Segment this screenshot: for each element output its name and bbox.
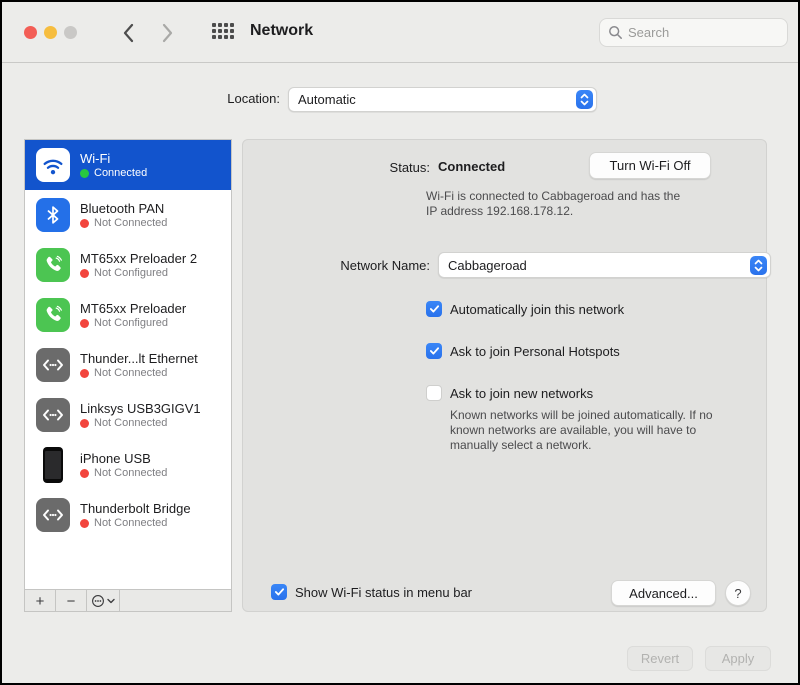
service-row-thunderbolt-bridge[interactable]: Thunderbolt Bridge Not Connected [25,490,231,540]
network-name-label: Network Name: [243,258,430,273]
network-preferences-window: Network Search Location: Automatic Wi-Fi… [0,0,800,685]
service-name: iPhone USB [80,451,167,466]
status-dot-red [80,319,89,328]
network-name-value: Cabbageroad [439,258,750,273]
new-networks-checkbox-label: Ask to join new networks [450,386,593,401]
checkbox-unchecked-icon[interactable] [426,385,442,401]
service-status: Not Connected [94,217,167,229]
phone-icon [36,298,70,332]
network-services-list: Wi-Fi Connected Bluetooth PAN Not Connec… [24,139,232,612]
service-row-iphone-usb[interactable]: iPhone USB Not Connected [25,440,231,490]
service-status: Not Configured [94,317,168,329]
status-dot-red [80,219,89,228]
ethernet-icon [36,498,70,532]
zoom-window-button [64,26,77,39]
title-bar: Network Search [2,2,798,63]
show-all-grid-icon[interactable] [212,23,234,39]
status-note: Wi-Fi is connected to Cabbageroad and ha… [426,189,688,219]
service-row-mt65xx-preloader[interactable]: MT65xx Preloader Not Configured [25,290,231,340]
service-row-thunderbolt-ethernet[interactable]: Thunder...lt Ethernet Not Connected [25,340,231,390]
revert-button[interactable]: Revert [627,646,693,671]
menu-bar-checkbox-label: Show Wi-Fi status in menu bar [295,585,472,600]
status-dot-red [80,269,89,278]
bluetooth-icon [36,198,70,232]
auto-join-checkbox-label: Automatically join this network [450,302,624,317]
forward-button[interactable] [159,21,175,45]
checkbox-checked-icon[interactable] [426,343,442,359]
location-popup[interactable]: Automatic [288,87,597,112]
service-name: Thunder...lt Ethernet [80,351,198,366]
services-list-footer: + − [25,589,231,611]
status-value: Connected [438,159,505,174]
service-name: MT65xx Preloader [80,301,186,316]
ethernet-icon [36,348,70,382]
wifi-settings-panel: Status: Connected Turn Wi-Fi Off Wi-Fi i… [242,139,767,612]
menu-bar-checkbox-row[interactable]: Show Wi-Fi status in menu bar [271,584,472,600]
service-status: Connected [94,167,147,179]
location-value: Automatic [289,92,576,107]
service-name: Thunderbolt Bridge [80,501,191,516]
add-service-button[interactable]: + [25,590,56,612]
back-button[interactable] [121,21,137,45]
service-row-linksys-usb3gigv1[interactable]: Linksys USB3GIGV1 Not Connected [25,390,231,440]
service-row-bluetooth-pan[interactable]: Bluetooth PAN Not Connected [25,190,231,240]
service-row-mt65xx-preloader-2[interactable]: MT65xx Preloader 2 Not Configured [25,240,231,290]
service-status: Not Connected [94,467,167,479]
status-dot-green [80,169,89,178]
checkbox-checked-icon[interactable] [426,301,442,317]
phone-icon [36,248,70,282]
search-placeholder: Search [628,25,669,40]
close-window-button[interactable] [24,26,37,39]
status-dot-red [80,469,89,478]
iphone-icon [36,448,70,482]
status-label: Status: [243,160,430,175]
personal-hotspots-checkbox-label: Ask to join Personal Hotspots [450,344,620,359]
advanced-button[interactable]: Advanced... [611,580,716,606]
checkbox-checked-icon[interactable] [271,584,287,600]
help-button[interactable]: ? [725,580,751,606]
location-label: Location: [2,91,280,106]
status-dot-red [80,519,89,528]
window-title: Network [250,22,313,40]
service-name: Bluetooth PAN [80,201,167,216]
status-dot-red [80,419,89,428]
turn-wifi-off-button[interactable]: Turn Wi-Fi Off [589,152,711,179]
popup-stepper-icon [750,256,767,275]
service-name: Linksys USB3GIGV1 [80,401,201,416]
service-status: Not Connected [94,417,167,429]
search-input[interactable]: Search [599,18,788,47]
service-row-wifi[interactable]: Wi-Fi Connected [25,140,231,190]
auto-join-checkbox-row[interactable]: Automatically join this network [426,301,624,317]
apply-button[interactable]: Apply [705,646,771,671]
service-status: Not Configured [94,267,168,279]
network-name-popup[interactable]: Cabbageroad [438,252,771,278]
new-networks-checkbox-row[interactable]: Ask to join new networks [426,385,593,401]
wifi-icon [36,148,70,182]
service-name: Wi-Fi [80,151,147,166]
popup-stepper-icon [576,90,593,109]
minimize-window-button[interactable] [44,26,57,39]
chevron-down-icon [107,598,115,604]
more-actions-button[interactable] [87,590,120,612]
new-networks-note: Known networks will be joined automatica… [450,408,726,453]
service-status: Not Connected [94,517,167,529]
ethernet-icon [36,398,70,432]
remove-service-button[interactable]: − [56,590,87,612]
search-icon [608,25,623,40]
service-name: MT65xx Preloader 2 [80,251,197,266]
service-status: Not Connected [94,367,167,379]
status-dot-red [80,369,89,378]
personal-hotspots-checkbox-row[interactable]: Ask to join Personal Hotspots [426,343,620,359]
